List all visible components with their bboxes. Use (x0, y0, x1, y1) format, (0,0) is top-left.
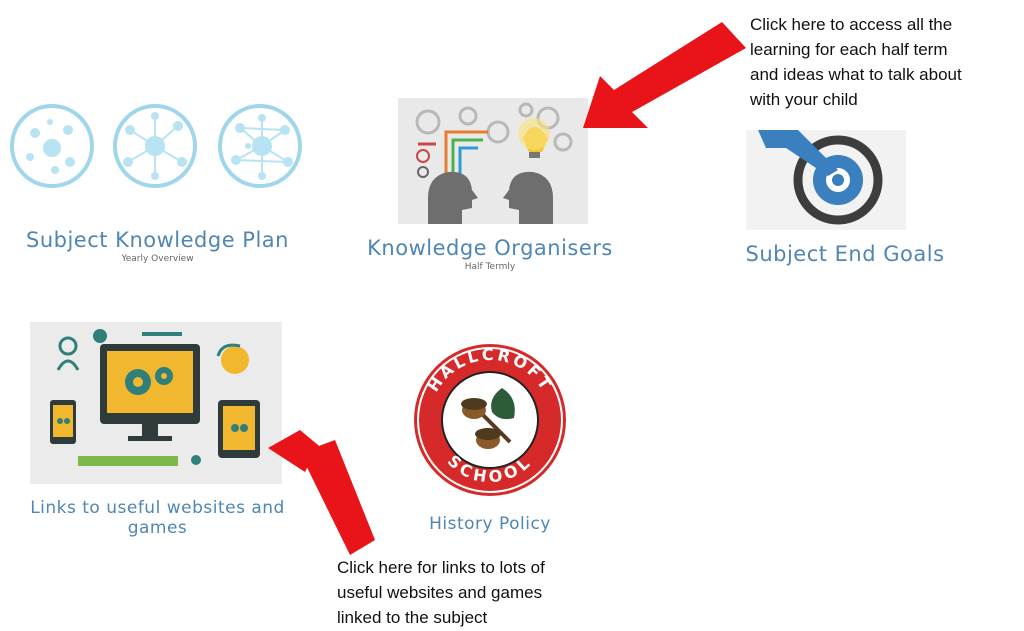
note-bottom-line: Click here for links to lots of (337, 558, 545, 577)
knowledge-organisers-subtitle: Half Termly (464, 262, 516, 272)
subject-knowledge-plan-title[interactable]: Subject Knowledge Plan (0, 228, 315, 252)
knowledge-heads-gears-image (398, 98, 588, 224)
links-websites-title-line1[interactable]: Links to useful websites and (0, 498, 315, 518)
note-bottom: Click here for links to lots of useful w… (337, 555, 545, 630)
note-top-line: Click here to access all the (750, 15, 953, 34)
note-top-line: with your child (750, 90, 858, 109)
links-websites-title-line2[interactable]: games (0, 518, 315, 538)
devices-gears-image (30, 322, 282, 484)
note-top-line: learning for each half term (750, 40, 948, 59)
note-bottom-line: linked to the subject (337, 608, 488, 627)
subject-knowledge-plan-subtitle: Yearly Overview (121, 254, 194, 264)
hallcroft-school-logo: HALLCROFT SCHOOL (414, 344, 566, 496)
target-icon (746, 130, 906, 230)
history-policy-tile[interactable]: HALLCROFT SCHOOL History Policy (390, 340, 590, 534)
network-circles-icon (10, 104, 302, 188)
subject-end-goals-tile[interactable]: Subject End Goals (700, 130, 990, 266)
note-top-line: and ideas what to talk about (750, 65, 962, 84)
note-bottom-line: useful websites and games (337, 583, 543, 602)
knowledge-organisers-title[interactable]: Knowledge Organisers (340, 236, 640, 260)
knowledge-organisers-tile[interactable]: Knowledge Organisers Half Termly (340, 98, 640, 272)
history-policy-title[interactable]: History Policy (390, 514, 590, 534)
subject-end-goals-title[interactable]: Subject End Goals (700, 242, 990, 266)
note-top: Click here to access all the learning fo… (750, 12, 962, 112)
links-websites-tile[interactable]: Links to useful websites and games (0, 322, 315, 538)
subject-knowledge-plan-tile[interactable]: Subject Knowledge Plan Yearly Overview (0, 100, 315, 264)
